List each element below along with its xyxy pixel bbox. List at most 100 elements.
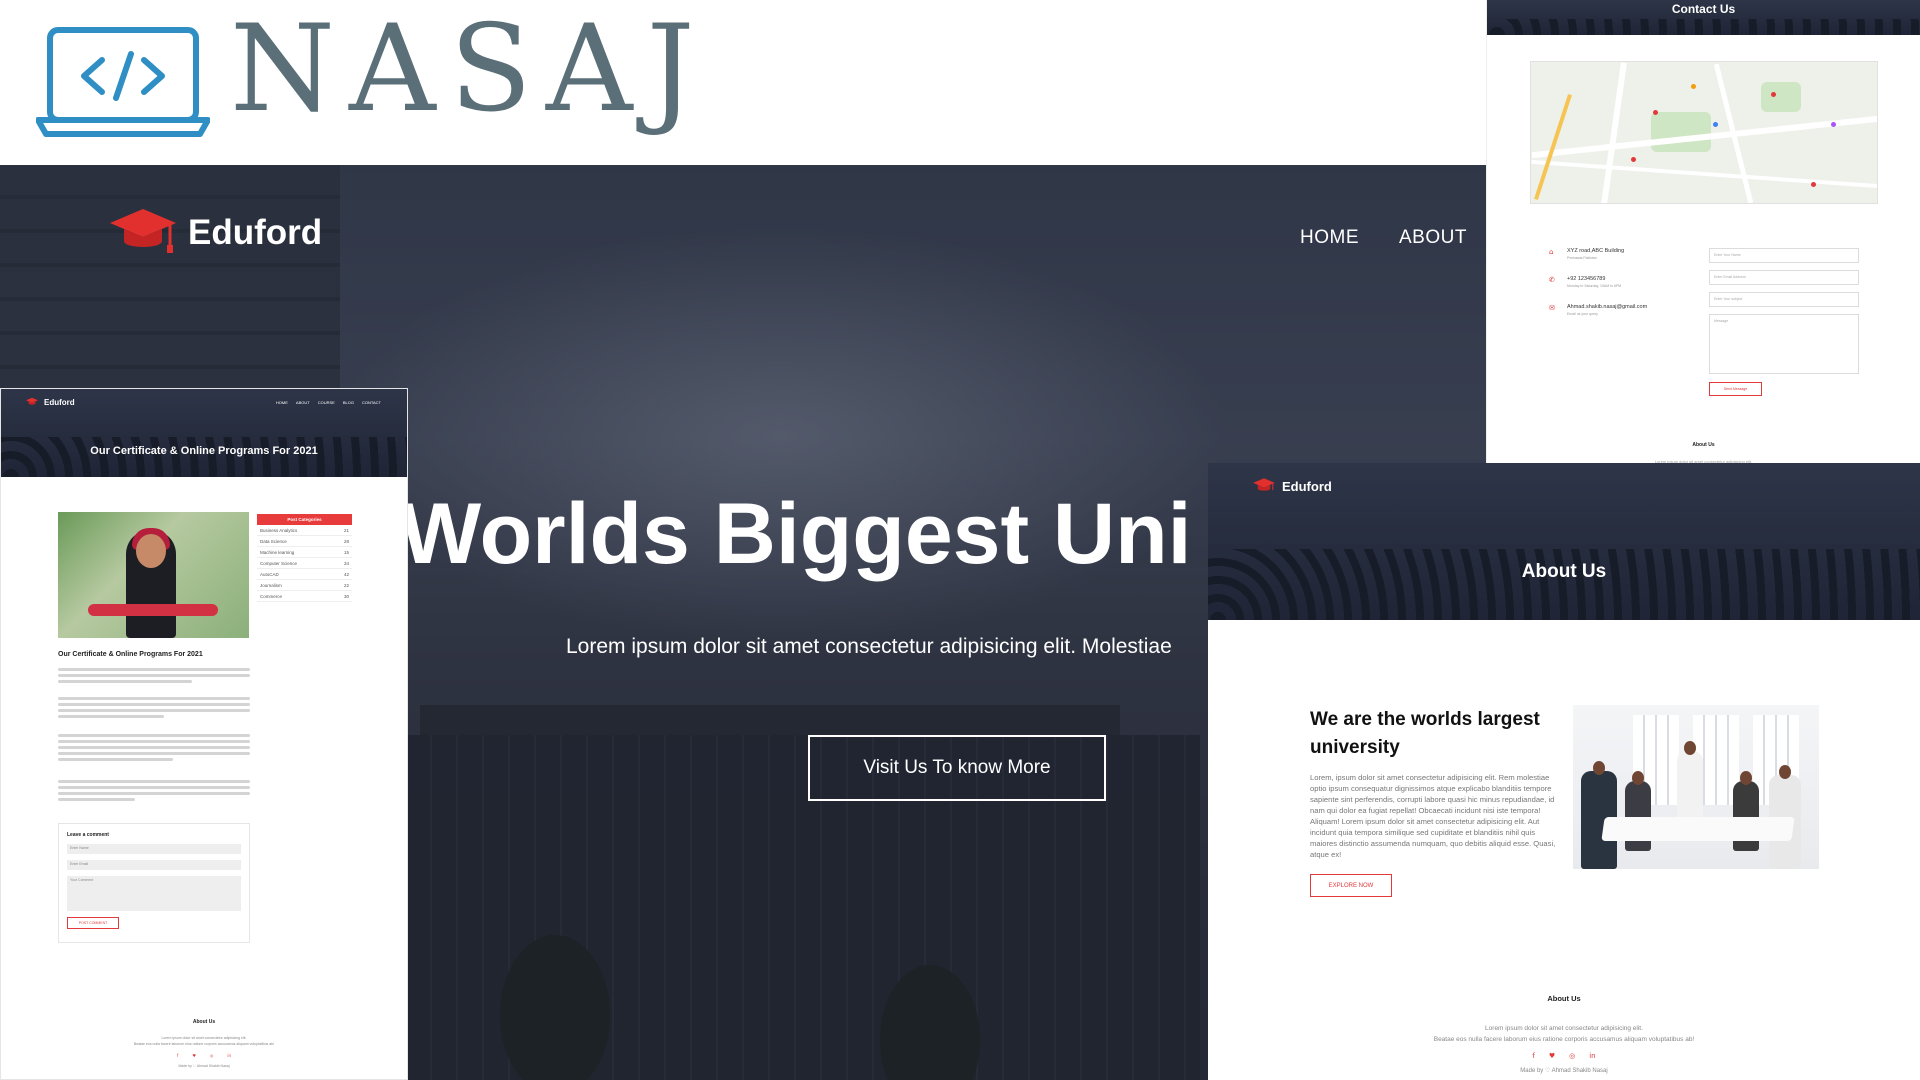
- map-road: [1531, 159, 1877, 189]
- blog-banner: Eduford HOME ABOUT COURSE BLOG CONTACT O…: [1, 389, 407, 477]
- email-field[interactable]: Enter Email Address: [1709, 270, 1859, 285]
- nav-course-link[interactable]: COURSE: [318, 400, 335, 405]
- map-pin-icon: [1691, 84, 1696, 89]
- footer-title: About Us: [192, 1019, 216, 1025]
- contact-info: ⌂ XYZ road,ABC Building Peshawar,Pakistan…: [1549, 248, 1709, 332]
- contact-page-screenshot: Contact Us ⌂ XYZ road,ABC Building Peshaw…: [1486, 0, 1920, 507]
- name-field[interactable]: Enter Your Name: [1709, 248, 1859, 263]
- email-address[interactable]: Ahmad.shakib.nasaj@gmail.com: [1567, 304, 1647, 310]
- twitter-icon[interactable]: ♥: [1549, 1052, 1555, 1060]
- about-heading: We are the worlds largest university: [1310, 709, 1540, 758]
- contact-form: Enter Your Name Enter Email Address Ente…: [1709, 248, 1859, 396]
- contact-phone: ✆ +92 123456789 Monday to Saturday, 10AM …: [1549, 276, 1709, 288]
- post-title: Our Certificate & Online Programs For 20…: [58, 651, 203, 658]
- footer-text: Beatae eos nulla facere laborum eius rat…: [133, 1042, 275, 1046]
- nasaj-wordmark: NASAJ: [230, 0, 709, 139]
- map-park: [1651, 112, 1711, 152]
- category-item[interactable]: Machine learning 15: [257, 547, 352, 558]
- contact-address: ⌂ XYZ road,ABC Building Peshawar,Pakistan: [1549, 248, 1709, 260]
- phone-number: +92 123456789: [1567, 276, 1606, 282]
- map-pin-icon: [1831, 122, 1836, 127]
- graduates-silhouette: [1208, 549, 1920, 620]
- map-pin-icon: [1811, 182, 1816, 187]
- instagram-icon[interactable]: ◎: [210, 1053, 214, 1058]
- google-map[interactable]: [1530, 61, 1878, 204]
- comment-form: Leave a comment Enter Name Enter Email Y…: [58, 823, 250, 943]
- about-brand-name: Eduford: [1282, 478, 1332, 494]
- subject-field[interactable]: Enter Your subject: [1709, 292, 1859, 307]
- address-line: XYZ road,ABC Building: [1567, 248, 1625, 254]
- blog-brand[interactable]: Eduford: [25, 397, 75, 407]
- post-comment-button[interactable]: POST COMMENT: [67, 917, 119, 929]
- visit-us-button[interactable]: Visit Us To know More: [808, 735, 1106, 801]
- person-head: [1632, 771, 1644, 785]
- comment-form-title: Leave a comment: [67, 832, 109, 838]
- comment-textarea[interactable]: Your Comment: [67, 876, 241, 911]
- facebook-icon[interactable]: f: [177, 1053, 178, 1058]
- email-field[interactable]: Enter Email: [67, 860, 241, 870]
- map-pin-icon: [1713, 122, 1718, 127]
- nav-home-link[interactable]: HOME: [276, 400, 288, 405]
- facebook-icon[interactable]: f: [1532, 1052, 1534, 1060]
- about-body: Lorem, ipsum dolor sit amet consectetur …: [1310, 773, 1556, 859]
- category-item[interactable]: Business Analytics 21: [257, 525, 352, 536]
- map-park: [1761, 82, 1801, 112]
- about-banner-title: About Us: [1521, 561, 1607, 582]
- hero-brand[interactable]: Eduford: [108, 205, 322, 260]
- nav-about-link[interactable]: ABOUT: [1399, 227, 1467, 249]
- message-textarea[interactable]: Message: [1709, 314, 1859, 374]
- contact-banner-title: Contact Us: [1671, 2, 1736, 16]
- email-note: Email us your query: [1567, 312, 1598, 316]
- graduate-photo: [58, 512, 249, 638]
- footer-text: Lorem ipsum dolor sit amet consectetur a…: [1485, 1025, 1643, 1032]
- hero-title: Worlds Biggest Uni: [400, 486, 1192, 582]
- graduates-silhouette: [1, 437, 407, 477]
- nav-home-link[interactable]: HOME: [1300, 227, 1359, 249]
- address-city: Peshawar,Pakistan: [1567, 256, 1597, 260]
- graduate-face: [136, 534, 166, 568]
- made-by: Made by ♡ Ahmad Shakib Nasaj: [178, 1064, 230, 1068]
- person-head: [1684, 741, 1696, 755]
- social-icons: f ♥ ◎ in: [1, 1053, 407, 1058]
- map-pin-icon: [1653, 110, 1658, 115]
- category-item[interactable]: Data Science 28: [257, 536, 352, 547]
- person-head: [1593, 761, 1605, 775]
- social-icons: f ♥ ◎ in: [1208, 1052, 1920, 1060]
- blog-footer: About Us Lorem ipsum dolor sit amet cons…: [1, 1019, 407, 1068]
- home-icon: ⌂: [1549, 248, 1554, 256]
- graduation-cap-icon: [26, 397, 38, 405]
- map-highway: [1534, 94, 1572, 200]
- map-road: [1601, 62, 1627, 203]
- post-paragraph: [58, 694, 250, 721]
- post-paragraph: [58, 665, 250, 686]
- linkedin-icon[interactable]: in: [1589, 1052, 1595, 1060]
- phone-hours: Monday to Saturday, 10AM to 6PM: [1567, 284, 1622, 288]
- envelope-icon: ✉: [1549, 304, 1555, 312]
- map-pin-icon: [1771, 92, 1776, 97]
- about-brand[interactable]: Eduford: [1252, 477, 1332, 495]
- nav-blog-link[interactable]: BLOG: [343, 400, 354, 405]
- twitter-icon[interactable]: ♥: [192, 1053, 196, 1058]
- nav-contact-link[interactable]: CONTACT: [362, 400, 381, 405]
- instagram-icon[interactable]: ◎: [1569, 1052, 1575, 1060]
- post-categories: Post Categories Business Analytics 21 Dat…: [257, 514, 352, 602]
- send-message-button[interactable]: Send Message: [1709, 382, 1762, 396]
- explore-now-button[interactable]: EXPLORE NOW: [1310, 874, 1392, 897]
- name-field[interactable]: Enter Name: [67, 844, 241, 854]
- blog-nav: HOME ABOUT COURSE BLOG CONTACT: [276, 400, 381, 405]
- category-item[interactable]: AutoCAD 42: [257, 569, 352, 580]
- nav-about-link[interactable]: ABOUT: [296, 400, 310, 405]
- linkedin-icon[interactable]: in: [227, 1053, 231, 1058]
- category-item[interactable]: Commerce 30: [257, 591, 352, 602]
- blog-banner-title: Our Certificate & Online Programs For 20…: [90, 445, 318, 457]
- about-banner: Eduford About Us: [1208, 463, 1920, 620]
- showcase-collage: Eduford HOME ABOUT Worlds Biggest Uni Lo…: [0, 0, 1920, 1080]
- graduation-cap-icon: [1253, 478, 1275, 491]
- category-item[interactable]: Journalism 22: [257, 580, 352, 591]
- person-head: [1740, 771, 1752, 785]
- categories-title: Post Categories: [257, 514, 352, 525]
- post-paragraph: [58, 777, 250, 804]
- contact-email: ✉ Ahmad.shakib.nasaj@gmail.com Email us y…: [1549, 304, 1709, 316]
- category-item[interactable]: Computer Science 34: [257, 558, 352, 569]
- meeting-photo: [1573, 705, 1819, 869]
